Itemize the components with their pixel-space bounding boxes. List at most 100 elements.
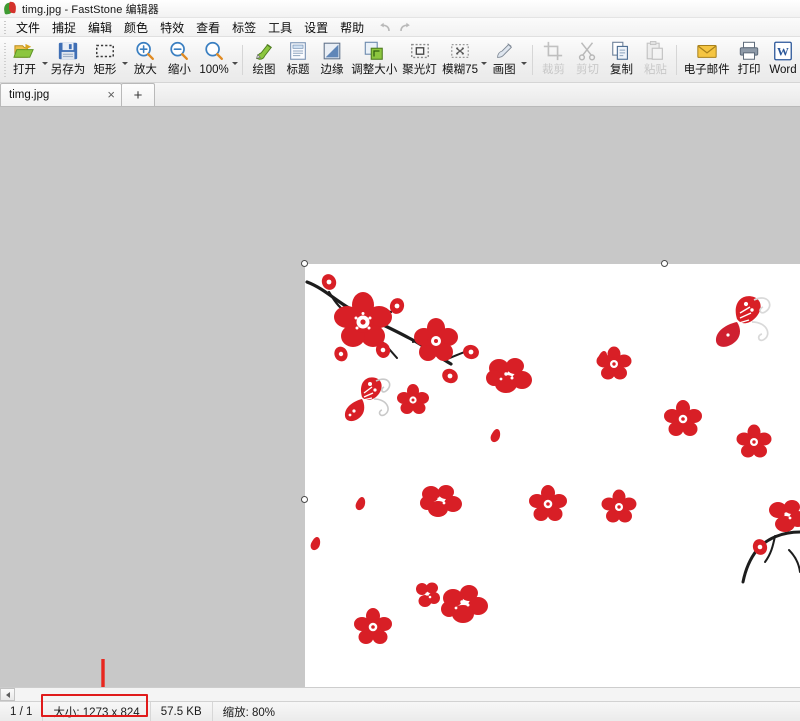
status-image-size-label: 大小: 1273 x 824 xyxy=(53,706,140,719)
undo-icon[interactable] xyxy=(378,22,391,33)
redo-icon[interactable] xyxy=(398,22,411,33)
printer-icon xyxy=(737,39,761,63)
toolbar-open[interactable]: 打开 xyxy=(8,37,42,82)
toolbar-crop-label: 裁剪 xyxy=(541,64,565,76)
status-image-size: 大小: 1273 x 824 xyxy=(41,694,151,721)
toolbar-email[interactable]: 电子邮件 xyxy=(681,37,732,82)
toolbar-word-label: Word xyxy=(769,64,797,76)
toolbar-zoom-in[interactable]: 放大 xyxy=(128,37,162,82)
annotation-arrow-icon xyxy=(92,659,114,687)
toolbar-draw[interactable]: 绘图 xyxy=(247,37,281,82)
zoom-in-icon xyxy=(133,39,157,63)
status-file-size: 57.5 KB xyxy=(151,702,213,721)
menu-view[interactable]: 查看 xyxy=(190,18,226,37)
toolbar-resize-label: 调整大小 xyxy=(351,64,398,76)
toolbar-copy-label: 复制 xyxy=(609,64,633,76)
toolbar-rectangle-label: 矩形 xyxy=(93,64,117,76)
selection-handle-top-center[interactable] xyxy=(661,260,668,267)
toolbar-print-label: 打印 xyxy=(737,64,761,76)
toolbar-separator-2 xyxy=(531,44,533,75)
image-work-area[interactable] xyxy=(0,107,800,687)
new-tab-button[interactable]: + xyxy=(121,83,155,106)
status-zoom-level: 缩放: 80% xyxy=(222,706,276,719)
resize-icon xyxy=(362,39,386,63)
faststone-logo-icon xyxy=(3,1,17,15)
toolbar-zoom-100-label: 100% xyxy=(199,64,229,76)
menu-tools[interactable]: 工具 xyxy=(262,18,298,37)
tab-label: timg.jpg xyxy=(9,89,50,101)
toolbar-separator xyxy=(242,44,244,75)
toolbar-paint[interactable]: 画图 xyxy=(487,37,521,82)
copy-icon xyxy=(609,39,633,63)
toolbar-paste-label: 粘贴 xyxy=(643,64,667,76)
paste-icon xyxy=(643,39,667,63)
faststone-editor-window: timg.jpg - FastStone 编辑器 文件 捕捉 编辑 颜色 特效 … xyxy=(0,0,800,721)
word-icon: W xyxy=(771,39,795,63)
toolbar-word[interactable]: W Word xyxy=(766,37,800,82)
main-toolbar: 打开 另存为 矩形 放大 缩小 100% 绘图 标题 边缘 调整大小 聚光灯 模… xyxy=(0,37,800,83)
toolbar-resize[interactable]: 调整大小 xyxy=(349,37,400,82)
horizontal-scrollbar[interactable] xyxy=(0,687,800,701)
toolbar-edge-label: 边缘 xyxy=(320,64,344,76)
toolbar-zoom-out[interactable]: 缩小 xyxy=(162,37,196,82)
menu-settings[interactable]: 设置 xyxy=(298,18,334,37)
toolbar-paste[interactable]: 粘贴 xyxy=(638,37,672,82)
svg-text:W: W xyxy=(777,45,789,59)
toolbar-caption[interactable]: 标题 xyxy=(281,37,315,82)
scroll-left-button[interactable] xyxy=(0,688,15,701)
toolbar-spotlight[interactable]: 聚光灯 xyxy=(400,37,440,82)
status-bar: 1 / 1 大小: 1273 x 824 57.5 KB 缩放: 80% xyxy=(0,694,800,721)
menu-edit[interactable]: 编辑 xyxy=(82,18,118,37)
scissors-icon xyxy=(575,39,599,63)
menu-help[interactable]: 帮助 xyxy=(334,18,370,37)
toolbar-copy[interactable]: 复制 xyxy=(604,37,638,82)
crop-icon xyxy=(541,39,565,63)
toolbar-cut-label: 剪切 xyxy=(575,64,599,76)
toolbar-zoom-in-label: 放大 xyxy=(133,64,157,76)
close-icon[interactable]: × xyxy=(105,88,117,101)
selection-handle-middle-left[interactable] xyxy=(301,496,308,503)
title-bar: timg.jpg - FastStone 编辑器 xyxy=(0,0,800,18)
toolbar-zoom-100[interactable]: 100% xyxy=(196,37,231,82)
zoom-actual-icon xyxy=(202,39,226,63)
caption-icon xyxy=(286,39,310,63)
window-title: timg.jpg - FastStone 编辑器 xyxy=(22,3,159,16)
toolbar-draw-label: 绘图 xyxy=(252,64,276,76)
menu-grip-icon[interactable] xyxy=(3,20,8,34)
toolbar-caption-label: 标题 xyxy=(286,64,310,76)
selection-handle-top-left[interactable] xyxy=(301,260,308,267)
paint-icon xyxy=(492,39,516,63)
menu-tags[interactable]: 标签 xyxy=(226,18,262,37)
cherry-blossom-image xyxy=(305,264,800,687)
toolbar-separator-3 xyxy=(676,44,678,75)
toolbar-blur-label: 模糊75 xyxy=(442,64,478,76)
zoom-out-icon xyxy=(167,39,191,63)
blur-icon xyxy=(448,39,472,63)
tab-timg-jpg[interactable]: timg.jpg × xyxy=(0,83,122,106)
status-page-count: 1 / 1 xyxy=(0,702,44,721)
scroll-track[interactable] xyxy=(15,688,800,701)
menu-color[interactable]: 颜色 xyxy=(118,18,154,37)
toolbar-zoom-100-caret[interactable] xyxy=(231,37,238,82)
edge-effect-icon xyxy=(320,39,344,63)
toolbar-edge[interactable]: 边缘 xyxy=(315,37,349,82)
toolbar-crop[interactable]: 裁剪 xyxy=(536,37,570,82)
image-canvas[interactable] xyxy=(305,264,800,687)
toolbar-spotlight-label: 聚光灯 xyxy=(402,64,437,76)
toolbar-cut[interactable]: 剪切 xyxy=(570,37,604,82)
save-disk-icon xyxy=(56,39,80,63)
toolbar-blur[interactable]: 模糊75 xyxy=(440,37,481,82)
toolbar-zoom-out-label: 缩小 xyxy=(167,64,191,76)
toolbar-print[interactable]: 打印 xyxy=(732,37,766,82)
toolbar-paint-caret[interactable] xyxy=(521,37,528,82)
spotlight-icon xyxy=(408,39,432,63)
toolbar-email-label: 电子邮件 xyxy=(683,64,730,76)
toolbar-save-as-label: 另存为 xyxy=(50,64,86,76)
menu-file[interactable]: 文件 xyxy=(10,18,46,37)
menu-capture[interactable]: 捕捉 xyxy=(46,18,82,37)
menu-effects[interactable]: 特效 xyxy=(154,18,190,37)
toolbar-rectangle[interactable]: 矩形 xyxy=(88,37,122,82)
draw-brush-icon xyxy=(252,39,276,63)
open-folder-icon xyxy=(13,39,37,63)
toolbar-save-as[interactable]: 另存为 xyxy=(48,37,88,82)
